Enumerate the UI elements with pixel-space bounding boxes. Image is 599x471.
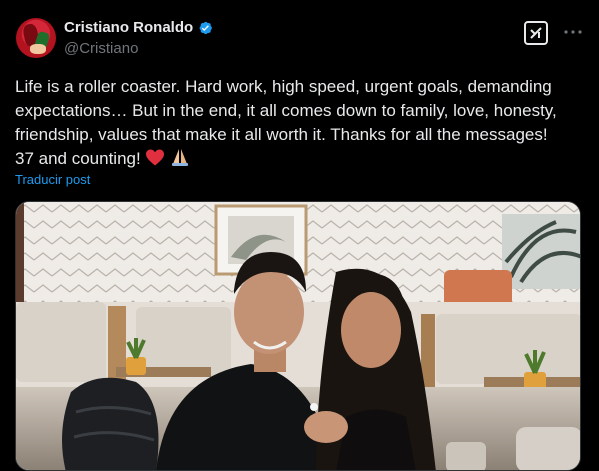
tweet-text-line: Life is a roller coaster. Hard work, hig…	[15, 77, 552, 96]
tweet-text: Life is a roller coaster. Hard work, hig…	[15, 75, 585, 171]
red-heart-emoji	[146, 149, 165, 166]
tweet-text-line: 37 and counting!	[15, 149, 141, 168]
grok-button[interactable]	[524, 21, 548, 45]
folded-hands-emoji	[172, 149, 189, 166]
grok-icon	[530, 27, 542, 39]
tweet-text-line: friendship, values that make it all wort…	[15, 125, 548, 144]
verified-badge-icon	[199, 21, 213, 34]
author-display-name[interactable]: Cristiano Ronaldo	[64, 19, 193, 36]
tweet-text-line: expectations… But in the end, it all com…	[15, 101, 557, 120]
author-handle[interactable]: @Cristiano	[64, 40, 138, 57]
more-icon[interactable]	[562, 22, 584, 42]
author-name-row: Cristiano Ronaldo	[64, 19, 213, 36]
photo-illustration	[16, 202, 580, 470]
tweet-photo[interactable]	[15, 201, 581, 471]
translate-post-link[interactable]: Traducir post	[15, 172, 90, 187]
author-avatar[interactable]	[16, 18, 56, 58]
